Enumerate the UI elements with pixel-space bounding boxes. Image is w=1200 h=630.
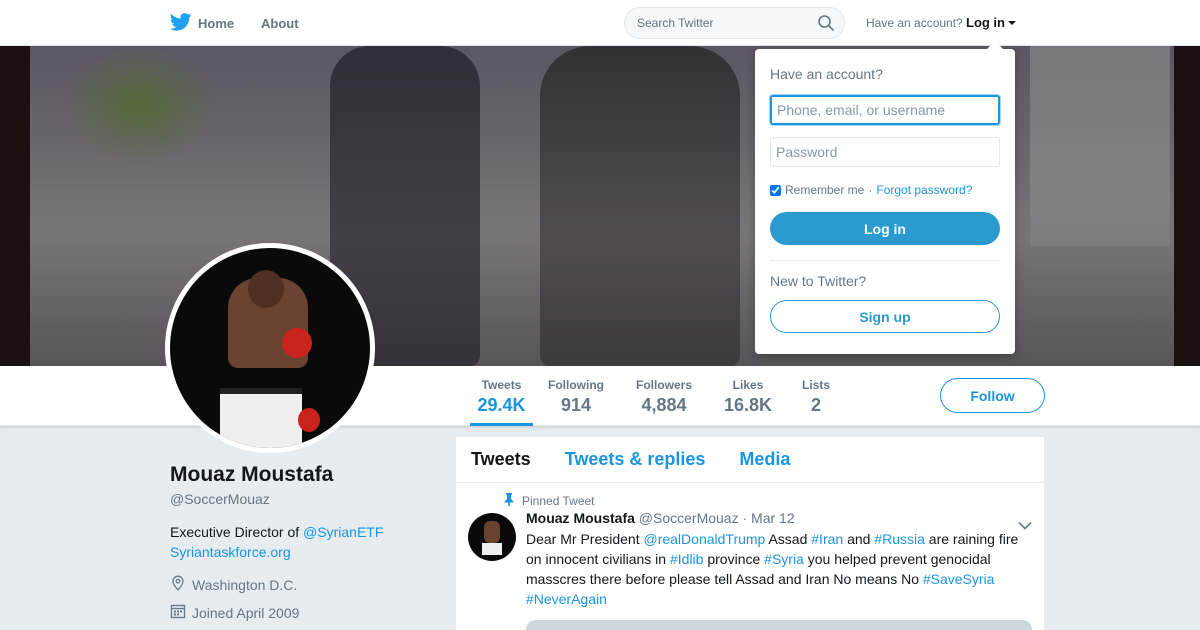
login-dropdown-title: Have an account? (770, 66, 883, 82)
new-to-twitter-text: New to Twitter? (770, 273, 867, 289)
login-dropdown: Have an account? Remember me · Forgot pa… (755, 41, 1015, 354)
timeline: Tweets Tweets & replies Media Pinned Twe… (456, 437, 1044, 630)
avatar-image (170, 248, 370, 448)
nav-about-link[interactable]: About (261, 16, 299, 31)
have-account-text: Have an account? (866, 16, 963, 30)
stat-lists[interactable]: Lists 2 (802, 378, 830, 416)
search-icon[interactable] (818, 15, 834, 36)
follow-button[interactable]: Follow (940, 378, 1045, 413)
stat-label: Likes (732, 378, 764, 392)
profile-bio: Executive Director of @SyrianETF Syriant… (170, 522, 383, 562)
stat-label: Following (548, 378, 604, 392)
top-nav: Home About Have an account? Log in (0, 0, 1200, 46)
stat-value: 914 (560, 395, 592, 415)
avatar[interactable] (165, 243, 375, 453)
password-input[interactable] (770, 137, 1000, 167)
tab-media[interactable]: Media (739, 449, 790, 470)
profile-location: Washington D.C. (170, 575, 297, 594)
bio-text: Executive Director of (170, 524, 304, 540)
calendar-icon (170, 603, 186, 622)
stat-label: Tweets (481, 378, 522, 392)
divider (770, 260, 1000, 261)
search-input[interactable] (625, 8, 805, 38)
location-text: Washington D.C. (192, 576, 298, 593)
timeline-tabs: Tweets Tweets & replies Media (456, 437, 1044, 483)
stat-label: Lists (802, 378, 831, 392)
stat-label: Followers (636, 378, 693, 392)
pinned-label: Pinned Tweet (504, 493, 595, 509)
remember-me-row: Remember me · Forgot password? (770, 183, 972, 197)
pinned-tweet-text: Pinned Tweet (522, 494, 595, 508)
search-box (624, 7, 845, 39)
stat-value: 4,884 (641, 395, 687, 415)
stat-value: 29.4K (477, 395, 526, 415)
stat-followers[interactable]: Followers 4,884 (636, 378, 692, 416)
chevron-down-icon (1008, 21, 1016, 25)
nav-home-label: Home (198, 16, 235, 31)
separator-dot: · (868, 183, 873, 197)
profile-name[interactable]: Mouaz Moustafa (170, 463, 333, 487)
twitter-bird-icon (169, 13, 192, 34)
forgot-password-link[interactable]: Forgot password? (876, 183, 972, 197)
bio-website-link[interactable]: Syriantaskforce.org (170, 544, 291, 560)
profile-handle[interactable]: @SoccerMouaz (170, 491, 270, 507)
stat-value: 16.8K (724, 395, 773, 415)
profile-joined: Joined April 2009 (170, 603, 299, 622)
stat-following[interactable]: Following 914 (548, 378, 604, 416)
tab-tweets-and-replies[interactable]: Tweets & replies (565, 449, 706, 470)
joined-text: Joined April 2009 (192, 604, 300, 621)
stat-value: 2 (811, 395, 822, 415)
location-pin-icon (170, 575, 186, 594)
login-toggle-label: Log in (966, 15, 1005, 30)
signup-button[interactable]: Sign up (770, 300, 1000, 333)
bio-mention-link[interactable]: @SyrianETF (303, 524, 383, 540)
username-input[interactable] (770, 95, 1000, 125)
stat-tweets[interactable]: Tweets 29.4K (470, 378, 533, 426)
login-button[interactable]: Log in (770, 212, 1000, 245)
remember-me-checkbox[interactable] (770, 184, 781, 196)
nav-home-link[interactable]: Home (169, 13, 235, 34)
tab-tweets[interactable]: Tweets (471, 449, 531, 470)
login-dropdown-toggle[interactable]: Log in (966, 15, 1016, 30)
stat-likes[interactable]: Likes 16.8K (724, 378, 772, 416)
remember-me-label[interactable]: Remember me (785, 183, 864, 197)
pin-icon (504, 493, 514, 509)
